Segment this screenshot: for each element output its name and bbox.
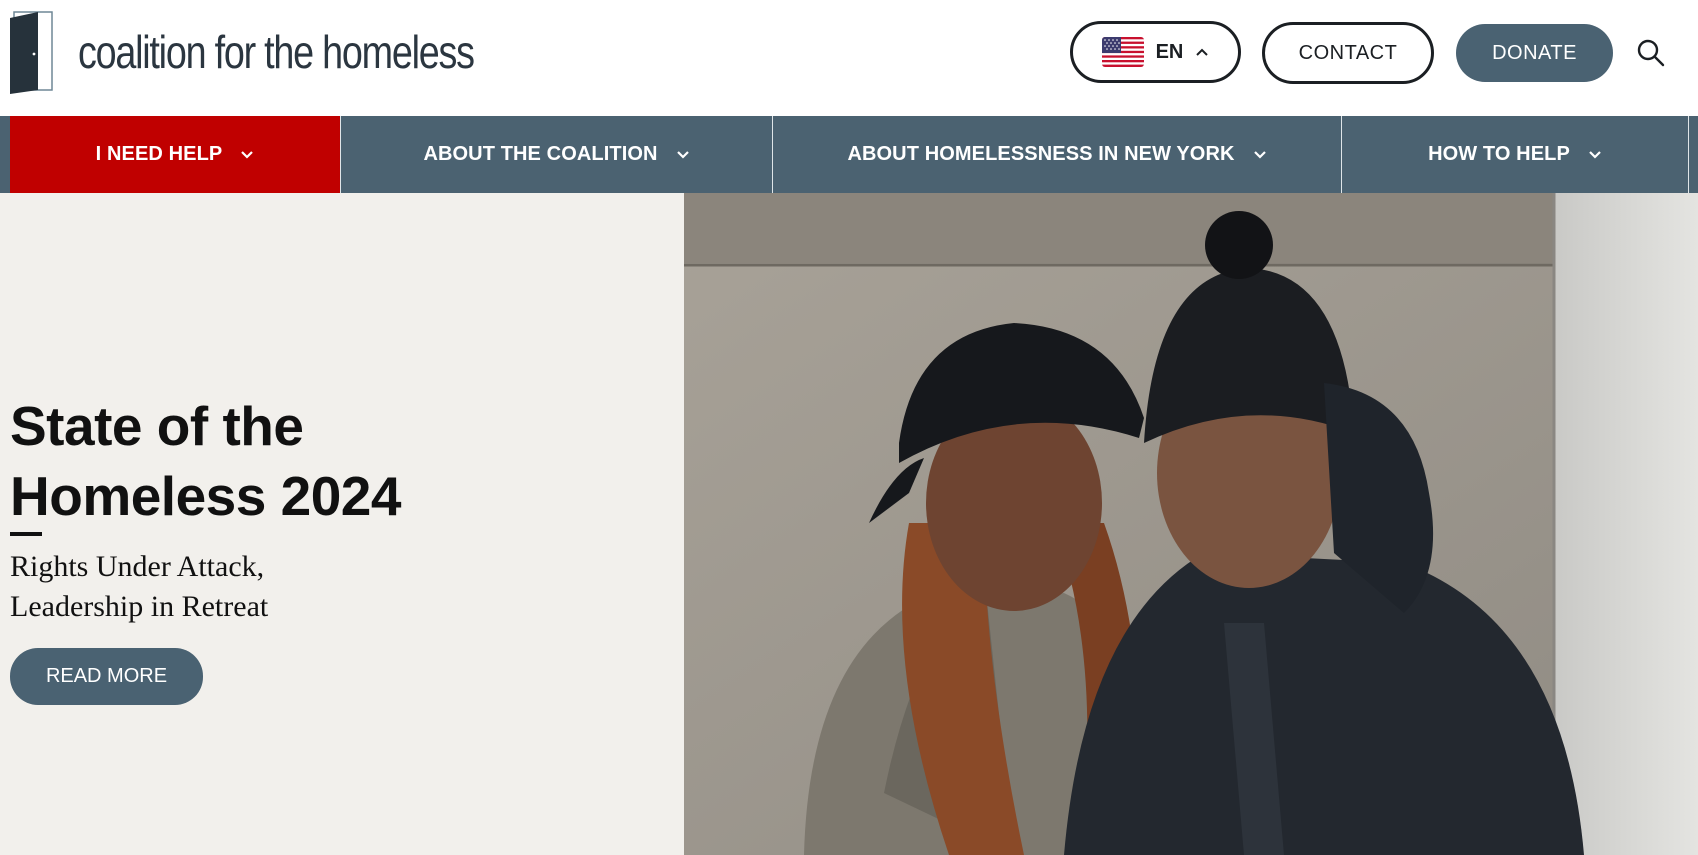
nav-item-i-need-help[interactable]: I NEED HELP [10, 116, 340, 193]
hero-subtitle-line-1: Rights Under Attack, [10, 550, 265, 583]
nav-item-label: HOW TO HELP [1428, 143, 1570, 165]
hero-subtitle: Rights Under Attack, Leadership in Retre… [10, 547, 610, 627]
donate-button[interactable]: DONATE [1456, 24, 1613, 82]
hero-photo-illustration [684, 193, 1698, 855]
chevron-down-icon [1253, 150, 1266, 159]
hero-subtitle-line-2: Leadership in Retreat [10, 590, 269, 623]
site-header: coalition for the homeless EN CONTACT DO… [0, 0, 1698, 116]
search-icon[interactable] [1636, 38, 1666, 68]
nav-item-label: ABOUT THE COALITION [423, 143, 658, 165]
nav-item-label: ABOUT HOMELESSNESS IN NEW YORK [847, 143, 1235, 165]
chevron-up-icon [1196, 48, 1209, 56]
main-nav: I NEED HELP ABOUT THE COALITION ABOUT HO… [0, 116, 1698, 193]
read-more-button[interactable]: READ MORE [10, 648, 203, 705]
title-underline [10, 532, 42, 536]
hero-text-panel: State of the Homeless 2024 Rights Under … [0, 193, 684, 855]
us-flag-icon [1101, 37, 1144, 67]
language-selector[interactable]: EN [1070, 21, 1241, 83]
nav-divider [1688, 116, 1689, 193]
chevron-down-icon [241, 150, 254, 159]
chevron-down-icon [1589, 150, 1601, 159]
logo-wordmark: coalition for the homeless [78, 26, 475, 78]
door-logo-icon [10, 11, 53, 94]
language-label: EN [1155, 40, 1184, 63]
hero-title-line-1: State of the [10, 395, 304, 457]
hero-title-line-2: Homeless 2024 [10, 465, 402, 527]
nav-item-how-to-help[interactable]: HOW TO HELP [1342, 116, 1688, 193]
hero-photo [684, 193, 1698, 855]
nav-item-label: I NEED HELP [95, 143, 223, 165]
contact-button[interactable]: CONTACT [1262, 22, 1434, 84]
nav-item-about-homelessness[interactable]: ABOUT HOMELESSNESS IN NEW YORK [773, 116, 1341, 193]
hero-title: State of the Homeless 2024 [10, 391, 650, 531]
site-logo[interactable]: coalition for the homeless [8, 10, 561, 94]
chevron-down-icon [676, 150, 689, 159]
nav-item-about-the-coalition[interactable]: ABOUT THE COALITION [341, 116, 772, 193]
